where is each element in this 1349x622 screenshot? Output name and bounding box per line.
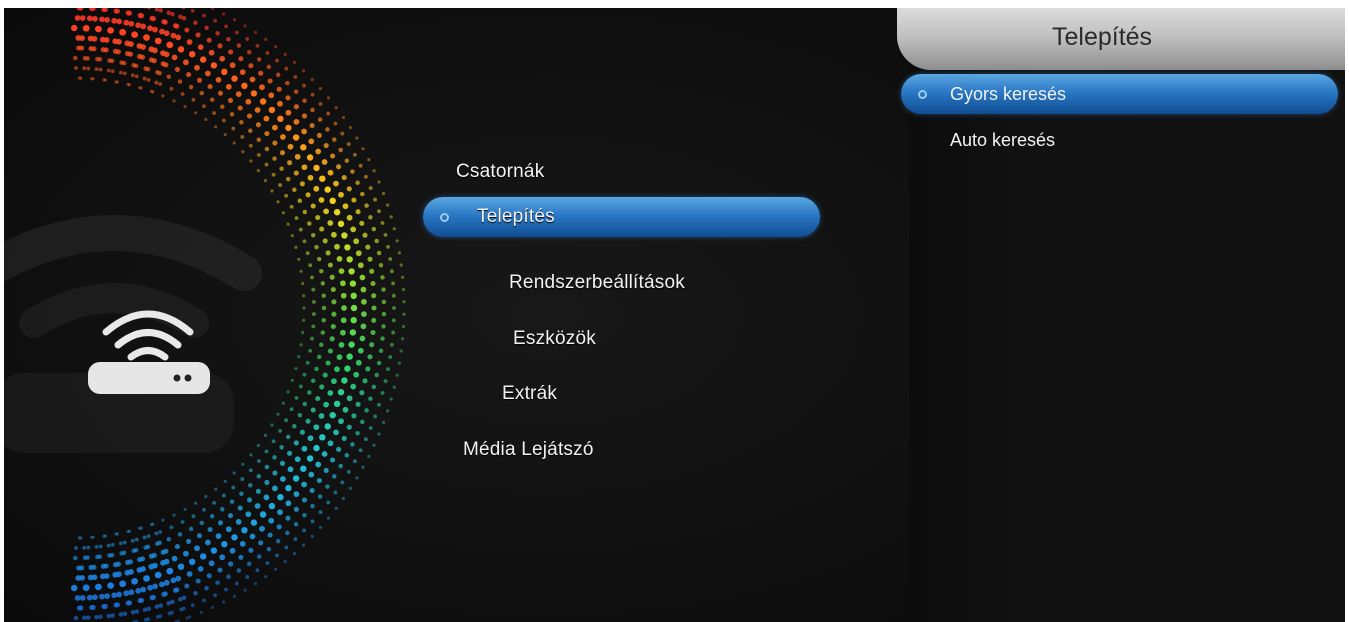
menu-item-extras[interactable]: Extrák — [502, 383, 557, 405]
menu-item-installation[interactable]: Telepítés — [423, 197, 820, 237]
menu-item-tools[interactable]: Eszközök — [513, 328, 596, 350]
menu-item-media-player[interactable]: Média Lejátszó — [463, 439, 594, 461]
menu-item-system-settings[interactable]: Rendszerbeállítások — [509, 272, 685, 294]
menu-item-channels[interactable]: Csatornák — [456, 161, 544, 183]
menu-item-installation-label: Telepítés — [477, 206, 555, 227]
main-area: Csatornák Telepítés Rendszerbeállítások … — [4, 8, 909, 622]
submenu-item-auto-scan[interactable]: Auto keresés — [950, 130, 1055, 151]
decorative-ring — [4, 8, 434, 622]
submenu-header: Telepítés — [897, 8, 1345, 70]
router-wifi-icon — [88, 310, 210, 394]
selection-bullet-icon — [440, 213, 449, 222]
selection-bullet-icon — [918, 90, 927, 99]
submenu-title: Telepítés — [1052, 23, 1153, 51]
submenu-item-quick-scan-label: Gyors keresés — [950, 84, 1067, 104]
screen: Csatornák Telepítés Rendszerbeállítások … — [4, 8, 1345, 622]
submenu-item-quick-scan[interactable]: Gyors keresés — [901, 74, 1338, 114]
